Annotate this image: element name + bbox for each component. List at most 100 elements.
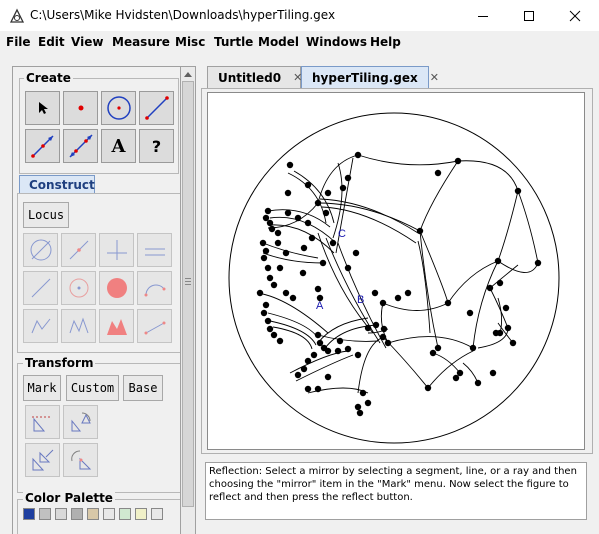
color-swatch[interactable] bbox=[103, 508, 115, 520]
color-swatch[interactable] bbox=[23, 508, 35, 520]
close-button[interactable] bbox=[552, 0, 598, 31]
vertex-point bbox=[336, 337, 344, 345]
ray-icon bbox=[30, 135, 54, 158]
vertex-point bbox=[324, 347, 332, 355]
menu-model[interactable]: Model bbox=[258, 35, 299, 49]
vertex-point bbox=[492, 329, 500, 337]
segment-construct-tool[interactable] bbox=[23, 271, 58, 305]
circle-tool-button[interactable] bbox=[101, 91, 136, 125]
perpendicular-icon bbox=[106, 240, 127, 260]
arc-tool[interactable] bbox=[137, 271, 172, 305]
filled-polygon-tool[interactable] bbox=[99, 309, 134, 343]
translate-tool[interactable] bbox=[63, 443, 98, 477]
segment-tool-button[interactable] bbox=[139, 91, 174, 125]
mark-button[interactable]: Mark bbox=[23, 375, 61, 401]
tool-panel-scrollbar[interactable] bbox=[180, 66, 196, 534]
base-button[interactable]: Base bbox=[123, 375, 163, 401]
vertex-point bbox=[274, 229, 282, 237]
menu-edit[interactable]: Edit bbox=[38, 35, 65, 49]
close-tab-icon[interactable]: ✕ bbox=[430, 71, 439, 84]
hyperbolic-tiling-drawing[interactable]: C B A bbox=[208, 93, 584, 449]
circle-slash-icon bbox=[30, 239, 51, 261]
vertex-point bbox=[266, 219, 274, 227]
ray-tool-button[interactable] bbox=[25, 129, 60, 163]
vertex-point bbox=[286, 161, 294, 169]
menu-file[interactable]: File bbox=[6, 35, 31, 49]
circle-point-icon bbox=[69, 278, 88, 298]
vertex-point bbox=[314, 331, 322, 339]
vertex-point bbox=[262, 214, 270, 222]
minimize-button[interactable] bbox=[460, 0, 506, 31]
text-tool-button[interactable]: A bbox=[101, 129, 136, 163]
custom-button[interactable]: Custom bbox=[66, 375, 119, 401]
midpoint-tool[interactable] bbox=[61, 233, 96, 267]
help-tool-button[interactable]: ? bbox=[139, 129, 174, 163]
menu-misc[interactable]: Misc bbox=[175, 35, 205, 49]
tab-label: Untitled0 bbox=[218, 70, 282, 85]
segment-icon bbox=[31, 278, 50, 298]
segment-icon bbox=[144, 96, 169, 120]
vertex-point bbox=[270, 281, 278, 289]
app-icon bbox=[9, 8, 25, 24]
tab-untitled0[interactable]: Untitled0 ✕ bbox=[207, 66, 302, 88]
vertex-point bbox=[469, 344, 477, 352]
color-swatch[interactable] bbox=[119, 508, 131, 520]
pointer-tool-button[interactable] bbox=[25, 91, 60, 125]
menu-help[interactable]: Help bbox=[370, 35, 401, 49]
perpendicular-tool[interactable] bbox=[99, 233, 134, 267]
scroll-up-arrow[interactable] bbox=[181, 67, 195, 81]
vertex-point bbox=[486, 284, 494, 292]
menu-windows[interactable]: Windows bbox=[306, 35, 367, 49]
vertex-point bbox=[372, 321, 380, 329]
point-icon bbox=[78, 105, 83, 111]
vertex-point bbox=[294, 371, 302, 379]
rotate-tool[interactable] bbox=[63, 405, 98, 439]
vertex-point bbox=[364, 399, 372, 407]
menu-view[interactable]: View bbox=[71, 35, 103, 49]
filled-circle-tool[interactable] bbox=[99, 271, 134, 305]
vertex-point bbox=[534, 259, 542, 267]
color-swatch[interactable] bbox=[55, 508, 67, 520]
vertex-point bbox=[316, 339, 324, 347]
maximize-button[interactable] bbox=[506, 0, 552, 31]
rotate-icon bbox=[71, 412, 91, 432]
vertex-point bbox=[304, 385, 312, 393]
poincare-disk-boundary bbox=[228, 112, 560, 444]
menu-turtle[interactable]: Turtle bbox=[214, 35, 253, 49]
menu-bar: File Edit View Measure Misc Turtle Model… bbox=[0, 31, 599, 53]
color-swatch[interactable] bbox=[135, 508, 147, 520]
tab-hypertiling[interactable]: hyperTiling.gex ✕ bbox=[301, 66, 439, 88]
vertex-point bbox=[324, 373, 332, 381]
perpendicular-bisector-tool[interactable] bbox=[23, 233, 58, 267]
point-tool-button[interactable] bbox=[63, 91, 98, 125]
reflect-tool[interactable] bbox=[25, 405, 60, 439]
menu-measure[interactable]: Measure bbox=[112, 35, 170, 49]
tab-construct[interactable]: Construct bbox=[19, 175, 95, 194]
create-group-title: Create bbox=[24, 71, 73, 85]
vertex-point bbox=[304, 357, 312, 365]
polyline-tool[interactable] bbox=[61, 309, 96, 343]
color-swatch[interactable] bbox=[151, 508, 163, 520]
color-swatch[interactable] bbox=[71, 508, 83, 520]
vertex-point bbox=[319, 259, 327, 267]
parallel-tool[interactable] bbox=[137, 233, 172, 267]
locus-button[interactable]: Locus bbox=[23, 202, 69, 228]
color-swatch[interactable] bbox=[87, 508, 99, 520]
circle-construct-tool[interactable] bbox=[61, 271, 96, 305]
measure-tool[interactable] bbox=[137, 309, 172, 343]
dilate-tool[interactable] bbox=[25, 443, 60, 477]
vertex-point bbox=[466, 309, 474, 317]
vertex-point bbox=[270, 331, 278, 339]
line-tool-button[interactable] bbox=[63, 129, 98, 163]
drawing-canvas[interactable]: C B A bbox=[207, 92, 585, 450]
vertex-point bbox=[260, 309, 268, 317]
window-title: C:\Users\Mike Hvidsten\Downloads\hyperTi… bbox=[30, 8, 336, 22]
vertex-point bbox=[264, 264, 272, 272]
polygon-tool[interactable] bbox=[23, 309, 58, 343]
vertex-point bbox=[429, 349, 437, 357]
scroll-thumb[interactable] bbox=[182, 81, 194, 507]
color-swatch[interactable] bbox=[39, 508, 51, 520]
vertex-point bbox=[322, 209, 330, 217]
tiling-vertices bbox=[256, 151, 542, 417]
vertex-point bbox=[266, 325, 274, 333]
